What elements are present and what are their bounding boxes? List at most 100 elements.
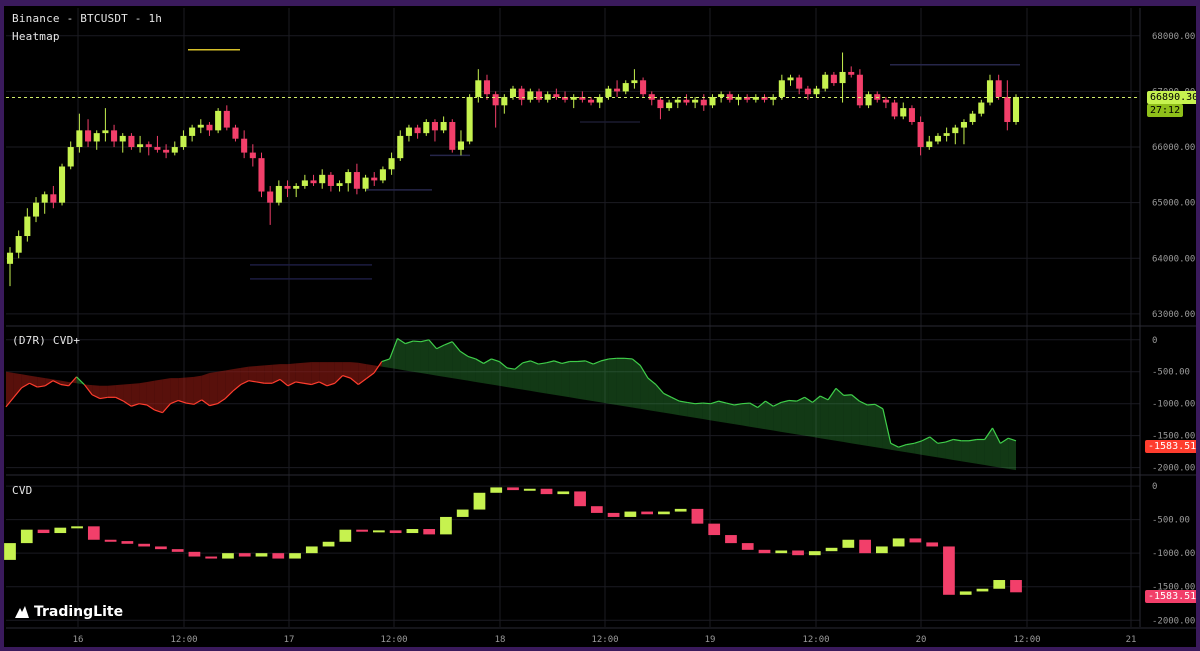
cvd-candle xyxy=(155,546,167,550)
candle-body xyxy=(544,94,551,100)
candle-body xyxy=(423,122,430,134)
candle-body xyxy=(978,102,985,114)
y-tick-label: 0 xyxy=(1152,482,1157,492)
candle-body xyxy=(197,124,204,128)
cvd-title: CVD xyxy=(12,484,33,497)
cvd-plus-fill xyxy=(859,401,868,446)
cvd-plus-fill xyxy=(969,439,977,464)
cvd-plus-line xyxy=(624,357,633,360)
cvd-plus-fill xyxy=(632,358,641,409)
cvd-plus-fill xyxy=(577,360,586,400)
cvd-candle xyxy=(305,546,318,554)
candle-body xyxy=(6,252,14,264)
y-tick-label: 64000.00 xyxy=(1152,254,1195,264)
candle-body xyxy=(379,169,386,181)
cvd-plus-line xyxy=(843,394,852,396)
cvd-plus-line xyxy=(788,399,797,402)
candle-body xyxy=(457,141,465,150)
candle-body xyxy=(171,147,178,153)
candle-body xyxy=(440,122,447,131)
candle-body xyxy=(683,99,690,103)
candle-body xyxy=(189,127,196,136)
cvd-plus-fill xyxy=(624,358,633,408)
cvd-candle xyxy=(976,588,989,592)
cvd-plus-fill xyxy=(851,394,860,445)
cvd-candle xyxy=(456,509,469,517)
candle-body xyxy=(787,77,794,81)
candle-body xyxy=(102,130,109,134)
cvd-plus-fill xyxy=(601,358,609,404)
cvd-candle xyxy=(658,511,670,515)
cvd-plus-fill xyxy=(702,403,711,421)
candle-body xyxy=(319,174,326,184)
heatmap-label: Heatmap xyxy=(12,30,60,43)
cvd-plus-fill xyxy=(679,401,688,417)
logo-text: TradingLite xyxy=(34,604,124,620)
cvd-candle xyxy=(792,550,804,556)
cvd-candle xyxy=(205,556,218,559)
cvd-plus-fill xyxy=(687,402,695,418)
candle-body xyxy=(648,94,655,100)
cvd-plus-fill xyxy=(546,360,555,395)
candle-body xyxy=(804,88,811,95)
cvd-candle xyxy=(238,553,251,557)
candle-body xyxy=(362,177,369,189)
cvd-plus-fill xyxy=(875,404,883,449)
cvd-candle xyxy=(859,539,871,554)
candle-body xyxy=(839,71,846,84)
candle-body xyxy=(995,80,1002,97)
candle-body xyxy=(267,191,274,203)
cvd-plus-plot xyxy=(5,338,1017,471)
candle-body xyxy=(822,74,829,89)
cvd-plus-fill xyxy=(937,442,946,459)
candle-body xyxy=(215,110,222,131)
tradinglite-logo: TradingLite xyxy=(14,604,123,620)
candle-body xyxy=(327,174,334,186)
candle-body xyxy=(900,108,907,117)
cvd-plus-fill xyxy=(131,383,140,407)
cvd-candle xyxy=(943,546,955,595)
chart-canvas[interactable]: 68000.0067000.0066000.0065000.0064000.00… xyxy=(0,0,1200,651)
candle-body xyxy=(32,202,40,217)
x-tick-label: 20 xyxy=(916,635,927,645)
logo-icon xyxy=(15,606,29,618)
y-tick-label: -2000.00 xyxy=(1152,616,1195,626)
cvd-plus-fill xyxy=(741,403,750,427)
x-tick-label: 12:00 xyxy=(380,635,407,645)
cvd-candle xyxy=(523,488,536,491)
cvd-candle xyxy=(322,541,335,547)
x-tick-label: 19 xyxy=(705,635,716,645)
cvd-plus-fill xyxy=(828,388,836,441)
cvd-candle xyxy=(691,508,704,524)
cvd-plus-line xyxy=(413,340,422,343)
x-tick-label: 12:00 xyxy=(170,635,197,645)
axes: 68000.0067000.0066000.0065000.0064000.00… xyxy=(6,8,1200,645)
cvd-candle xyxy=(372,530,385,533)
candle-body xyxy=(345,172,352,184)
candle-body xyxy=(943,133,950,136)
cvd-candle xyxy=(607,512,620,517)
cvd-candle xyxy=(909,538,922,543)
candle-body xyxy=(952,127,959,134)
cvd-plus-fill xyxy=(561,361,570,398)
candle-body xyxy=(891,102,898,117)
cvd-plus-fill xyxy=(123,383,132,407)
candle-body xyxy=(960,122,968,128)
candle-body xyxy=(934,135,941,142)
cvd-candle xyxy=(842,539,855,548)
cvd-candle xyxy=(590,506,603,513)
x-tick-label: 17 xyxy=(284,635,295,645)
candle-body xyxy=(865,94,872,106)
candle-body xyxy=(986,80,994,103)
candle-body xyxy=(284,185,291,189)
cvd-candle xyxy=(138,543,151,547)
candle-body xyxy=(310,180,317,184)
cvd-plus-fill xyxy=(436,344,445,377)
y-tick-label: 65000.00 xyxy=(1152,199,1195,209)
cvd-candle xyxy=(222,553,234,559)
candle-body xyxy=(275,185,282,203)
candle-body xyxy=(431,122,438,131)
y-tick-label: -500.00 xyxy=(1152,516,1190,526)
candle-body xyxy=(293,185,300,189)
candle-body xyxy=(492,94,499,106)
